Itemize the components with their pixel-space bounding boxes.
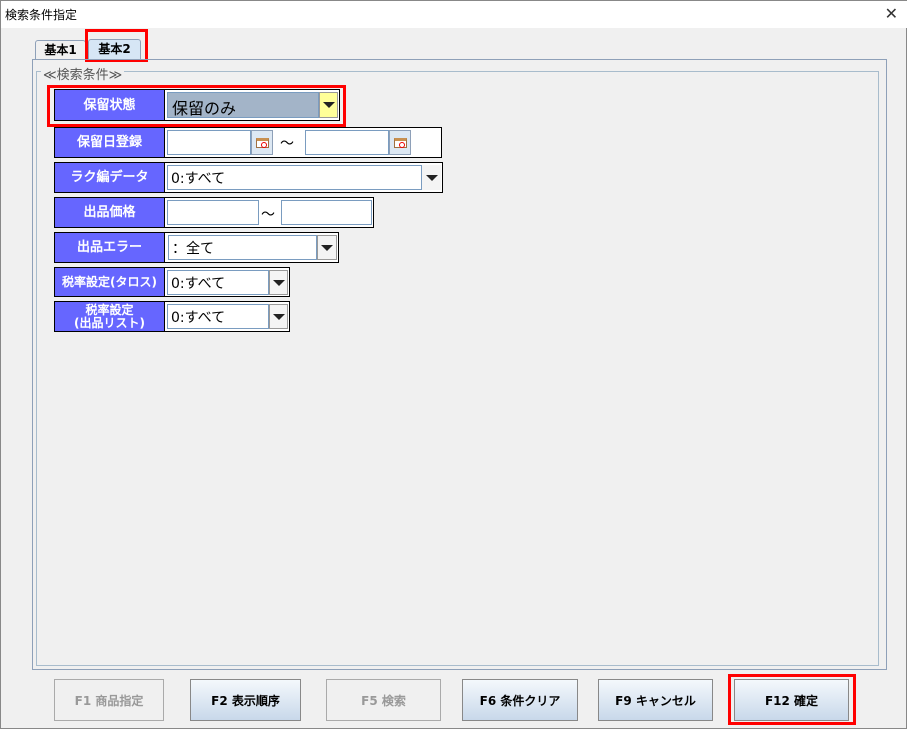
range-separator: ～	[280, 136, 294, 152]
f9-cancel-button[interactable]: F9 キャンセル	[598, 679, 713, 721]
price-row: 出品価格 ～	[54, 197, 374, 228]
listing-error-select[interactable]: ：全て	[168, 235, 317, 260]
tax-list-row: 税率設定 (出品リスト) 0:すべて	[54, 301, 290, 332]
f2-display-order-button[interactable]: F2 表示順序	[190, 679, 301, 721]
rakuhen-select[interactable]: 0:すべて	[167, 165, 422, 190]
listing-error-label: 出品エラー	[55, 233, 165, 262]
hold-date-to-input[interactable]	[305, 130, 389, 155]
chevron-down-icon[interactable]	[317, 235, 337, 260]
rakuhen-row: ラク編データ 0:すべて	[54, 162, 443, 193]
tax-tacross-label: 税率設定(タロス)	[55, 268, 165, 296]
close-icon[interactable]: ✕	[885, 4, 898, 23]
price-from-input[interactable]	[167, 200, 259, 225]
chevron-down-icon[interactable]	[269, 270, 288, 295]
f1-product-button[interactable]: F1 商品指定	[54, 679, 164, 721]
f5-search-button[interactable]: F5 検索	[326, 679, 441, 721]
chevron-down-icon[interactable]	[269, 304, 288, 329]
title-bar: 検索条件指定	[1, 1, 907, 28]
hold-status-row: 保留状態 保留のみ	[54, 89, 340, 121]
calendar-icon[interactable]	[389, 130, 411, 155]
range-separator: ～	[261, 207, 275, 223]
tab-kihon2[interactable]: 基本2	[88, 39, 141, 59]
tax-list-label-line2: (出品リスト)	[74, 315, 145, 330]
hold-status-select[interactable]: 保留のみ	[167, 92, 319, 118]
window-title: 検索条件指定	[5, 8, 78, 22]
tab-kihon1[interactable]: 基本1	[35, 40, 86, 60]
tax-tacross-select[interactable]: 0:すべて	[167, 270, 269, 295]
f12-confirm-button[interactable]: F12 確定	[734, 679, 849, 721]
search-conditions-group	[36, 71, 879, 666]
chevron-down-icon[interactable]	[422, 165, 441, 190]
tax-list-label-line1: 税率設定	[85, 302, 134, 317]
f6-clear-button[interactable]: F6 条件クリア	[462, 679, 578, 721]
hold-date-row: 保留日登録 ～	[54, 127, 442, 158]
listing-error-row: 出品エラー ：全て	[54, 232, 339, 263]
price-to-input[interactable]	[281, 200, 372, 225]
calendar-icon[interactable]	[251, 130, 273, 155]
hold-status-label: 保留状態	[55, 90, 165, 120]
chevron-down-icon[interactable]	[319, 92, 338, 118]
price-label: 出品価格	[55, 198, 165, 227]
hold-date-from-input[interactable]	[167, 130, 251, 155]
rakuhen-label: ラク編データ	[55, 163, 165, 192]
hold-date-label: 保留日登録	[55, 128, 165, 157]
tax-list-select[interactable]: 0:すべて	[167, 304, 269, 329]
tax-list-label: 税率設定 (出品リスト)	[55, 302, 165, 331]
group-label: ≪検索条件≫	[41, 64, 125, 83]
tax-tacross-row: 税率設定(タロス) 0:すべて	[54, 267, 290, 297]
